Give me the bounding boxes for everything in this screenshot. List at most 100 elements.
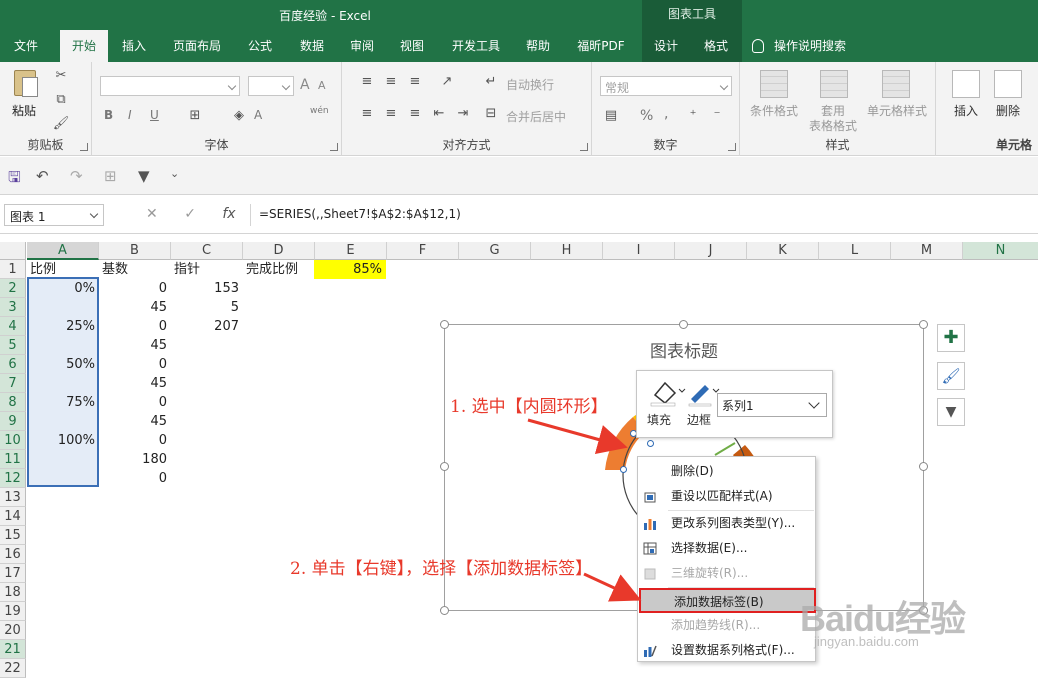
decrease-decimal-icon[interactable]: ⁻ xyxy=(708,108,726,124)
chart-styles-brush-icon[interactable]: 🖌 xyxy=(937,362,965,390)
select-all-corner[interactable] xyxy=(0,242,26,260)
border-pen-icon[interactable] xyxy=(685,377,721,407)
align-left-icon[interactable]: ≡ xyxy=(358,106,376,122)
column-header-b[interactable]: B xyxy=(99,242,171,260)
series-dropdown[interactable]: 系列1 xyxy=(717,393,827,417)
chart-resize-handle-r[interactable] xyxy=(919,462,928,471)
conditional-format-icon[interactable] xyxy=(760,70,788,98)
formula-input[interactable]: =SERIES(,,Sheet7!$A$2:$A$12,1) xyxy=(250,204,1034,226)
number-format-combo[interactable]: 常规 xyxy=(600,76,732,96)
column-header-i[interactable]: I xyxy=(603,242,675,260)
clipboard-dialog-launcher-icon[interactable] xyxy=(80,143,88,151)
font-size-combo[interactable] xyxy=(248,76,294,96)
cell-c2[interactable]: 153 xyxy=(171,279,241,298)
cell-a7[interactable] xyxy=(27,374,97,393)
save-icon[interactable]: 🖫 xyxy=(8,167,21,192)
cell-b6[interactable]: 0 xyxy=(99,355,169,374)
cell-b4[interactable]: 0 xyxy=(99,317,169,336)
cell-e1[interactable]: 85% xyxy=(314,260,386,279)
undo-icon[interactable]: ↶ xyxy=(36,167,49,185)
conditional-format-button[interactable]: 条件格式 xyxy=(746,104,802,119)
paste-button[interactable]: 粘贴 xyxy=(12,102,36,119)
fill-color-icon[interactable]: ◈ xyxy=(230,108,248,124)
row-header-9[interactable]: 9 xyxy=(0,412,26,431)
chart-resize-handle-l[interactable] xyxy=(440,462,449,471)
cell-a12[interactable] xyxy=(27,469,97,488)
row-header-13[interactable]: 13 xyxy=(0,488,26,507)
cell-a5[interactable] xyxy=(27,336,97,355)
align-top-icon[interactable]: ≡ xyxy=(358,74,376,90)
cut-icon[interactable]: ✂ xyxy=(52,68,70,84)
cell-b10[interactable]: 0 xyxy=(99,431,169,450)
column-header-m[interactable]: M xyxy=(891,242,963,260)
cell-c1[interactable]: 指针 xyxy=(174,260,200,279)
bold-button[interactable]: B xyxy=(104,108,113,122)
menu-item-select-data[interactable]: 选择数据(E)... xyxy=(638,536,815,561)
increase-indent-icon[interactable]: ⇥ xyxy=(454,106,472,122)
insert-cells-button[interactable]: 插入 xyxy=(944,104,988,119)
column-header-k[interactable]: K xyxy=(747,242,819,260)
cell-styles-button[interactable]: 单元格样式 xyxy=(864,104,930,119)
format-painter-icon[interactable]: 🖌 xyxy=(52,116,70,132)
cell-a6[interactable]: 50% xyxy=(27,355,97,374)
font-name-combo[interactable] xyxy=(100,76,240,96)
tab-insert[interactable]: 插入 xyxy=(112,30,156,62)
row-header-18[interactable]: 18 xyxy=(0,583,26,602)
fill-label[interactable]: 填充 xyxy=(647,411,671,428)
menu-item-delete[interactable]: 删除(D) xyxy=(638,459,815,484)
tab-data[interactable]: 数据 xyxy=(290,30,334,62)
row-header-17[interactable]: 17 xyxy=(0,564,26,583)
cell-a11[interactable] xyxy=(27,450,97,469)
format-as-table-icon[interactable] xyxy=(820,70,848,98)
menu-item-3d-rotation[interactable]: 三维旋转(R)... xyxy=(638,561,815,586)
row-header-8[interactable]: 8 xyxy=(0,393,26,412)
customize-qat-icon[interactable]: ⌄ xyxy=(170,167,179,180)
alignment-dialog-launcher-icon[interactable] xyxy=(580,143,588,151)
tab-help[interactable]: 帮助 xyxy=(516,30,560,62)
chart-filter-icon[interactable]: ▼ xyxy=(937,398,965,426)
tab-design[interactable]: 设计 xyxy=(642,30,690,62)
cell-c3[interactable]: 5 xyxy=(171,298,241,317)
cell-b3[interactable]: 45 xyxy=(99,298,169,317)
row-header-1[interactable]: 1 xyxy=(0,260,26,279)
chart-resize-handle-tr[interactable] xyxy=(919,320,928,329)
row-header-20[interactable]: 20 xyxy=(0,621,26,640)
column-header-j[interactable]: J xyxy=(675,242,747,260)
series-point-handle[interactable] xyxy=(620,466,627,473)
column-header-a[interactable]: A xyxy=(27,242,99,260)
row-header-2[interactable]: 2 xyxy=(0,279,26,298)
row-header-6[interactable]: 6 xyxy=(0,355,26,374)
chart-resize-handle-tl[interactable] xyxy=(440,320,449,329)
underline-button[interactable]: U xyxy=(150,108,159,122)
row-header-3[interactable]: 3 xyxy=(0,298,26,317)
menu-item-change-chart-type[interactable]: 更改系列图表类型(Y)... xyxy=(638,511,815,536)
tab-formulas[interactable]: 公式 xyxy=(238,30,282,62)
column-header-c[interactable]: C xyxy=(171,242,243,260)
merge-center-button[interactable]: 合并后居中 xyxy=(506,108,566,125)
border-icon[interactable]: ⊞ xyxy=(186,108,204,124)
row-header-22[interactable]: 22 xyxy=(0,659,26,678)
cell-b8[interactable]: 0 xyxy=(99,393,169,412)
chart-resize-handle-t[interactable] xyxy=(679,320,688,329)
merge-center-icon[interactable]: ⊟ xyxy=(482,106,500,122)
tab-review[interactable]: 审阅 xyxy=(340,30,384,62)
column-header-n[interactable]: N xyxy=(963,242,1038,260)
align-right-icon[interactable]: ≡ xyxy=(406,106,424,122)
row-header-4[interactable]: 4 xyxy=(0,317,26,336)
align-center-icon[interactable]: ≡ xyxy=(382,106,400,122)
delete-cells-icon[interactable] xyxy=(994,70,1022,98)
enter-icon[interactable]: ✓ xyxy=(184,206,196,222)
cell-a3[interactable] xyxy=(27,298,97,317)
tab-home[interactable]: 开始 xyxy=(60,30,108,62)
column-header-f[interactable]: F xyxy=(387,242,459,260)
row-header-5[interactable]: 5 xyxy=(0,336,26,355)
name-box[interactable]: 图表 1 xyxy=(4,204,104,226)
tab-format[interactable]: 格式 xyxy=(690,30,742,62)
cell-b5[interactable]: 45 xyxy=(99,336,169,355)
menu-item-format-data-series[interactable]: 设置数据系列格式(F)... xyxy=(638,638,815,663)
row-header-12[interactable]: 12 xyxy=(0,469,26,488)
column-header-g[interactable]: G xyxy=(459,242,531,260)
phonetic-button[interactable]: wén xyxy=(310,106,329,116)
row-header-7[interactable]: 7 xyxy=(0,374,26,393)
tab-foxit-pdf[interactable]: 福昕PDF xyxy=(570,30,632,62)
